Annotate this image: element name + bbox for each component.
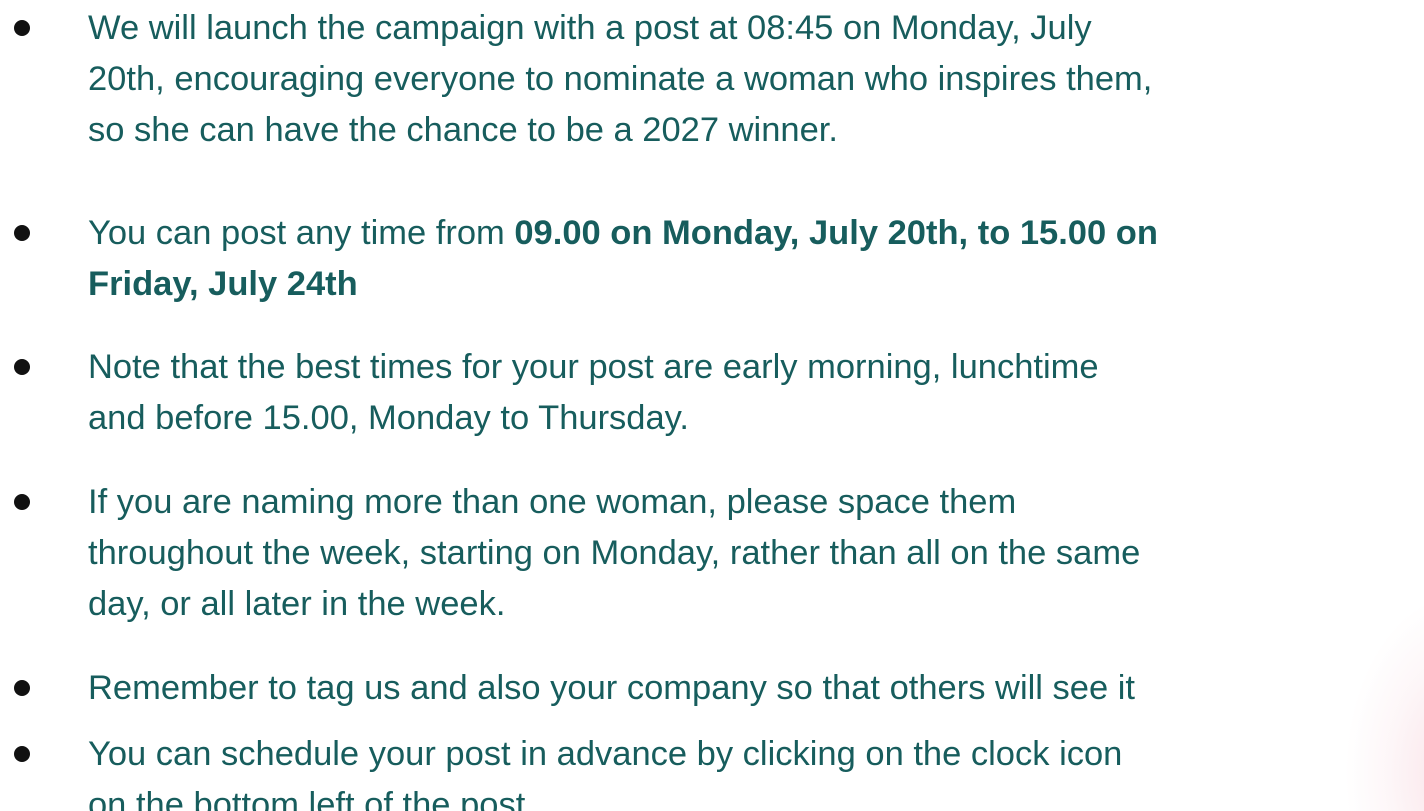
bullet-dot-icon (14, 680, 30, 696)
list-item-text: Remember to tag us and also your company… (88, 663, 1418, 714)
bold-text-line: Friday, July 24th (88, 265, 358, 303)
text-line: If you are naming more than one woman, p… (88, 483, 1017, 521)
list-item-text: We will launch the campaign with a post … (88, 3, 1418, 156)
bullet-dot-icon (14, 20, 30, 36)
text-line: 20th, encouraging everyone to nominate a… (88, 60, 1153, 98)
bullet-dot-icon (14, 359, 30, 375)
text-segment: You can post any time from (88, 214, 515, 252)
text-line: so she can have the chance to be a 2027 … (88, 111, 838, 149)
bullet-dot-icon (14, 494, 30, 510)
text-line: You can schedule your post in advance by… (88, 735, 1123, 773)
text-line: Remember to tag us and also your company… (88, 669, 1136, 707)
list-item-text: Note that the best times for your post a… (88, 342, 1418, 444)
text-line: throughout the week, starting on Monday,… (88, 534, 1141, 572)
text-line: You can post any time from 09.00 on Mond… (88, 208, 1418, 259)
text-line: Note that the best times for your post a… (88, 348, 1099, 386)
text-line: on the bottom left of the post (88, 786, 526, 811)
bold-text-segment: 09.00 on Monday, July 20th, to 15.00 on (514, 214, 1158, 252)
text-line: and before 15.00, Monday to Thursday. (88, 399, 689, 437)
list-item-text: You can post any time from 09.00 on Mond… (88, 208, 1418, 310)
bullet-dot-icon (14, 225, 30, 241)
bullet-dot-icon (14, 746, 30, 762)
text-line: We will launch the campaign with a post … (88, 9, 1092, 47)
list-item-text: You can schedule your post in advance by… (88, 729, 1418, 811)
list-item-text: If you are naming more than one woman, p… (88, 477, 1418, 630)
text-line: day, or all later in the week. (88, 585, 506, 623)
